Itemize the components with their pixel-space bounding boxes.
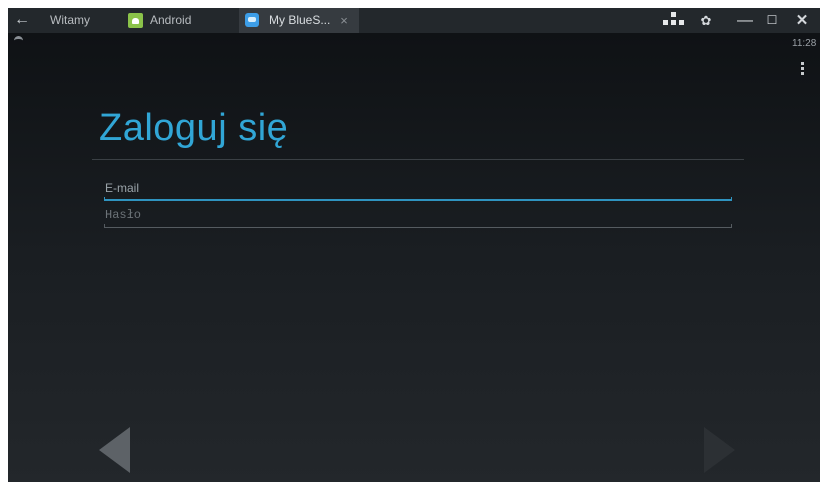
maximize-icon[interactable]: ☐ (760, 8, 784, 33)
title-divider (92, 159, 744, 160)
tab-close-icon[interactable]: × (337, 8, 351, 33)
page-title: Zaloguj się (99, 107, 289, 149)
email-field[interactable]: E-mail (104, 179, 732, 201)
android-screen: 11:28 Zaloguj się E-mail Hasło (8, 33, 820, 482)
password-underline (104, 224, 732, 228)
emulator-window: ← Witamy Android My BlueS... × ✿ — ☐ ✕ 1… (8, 8, 820, 482)
close-window-icon[interactable]: ✕ (790, 8, 814, 33)
previous-arrow-icon[interactable] (99, 427, 130, 473)
tab-label: Witamy (50, 13, 90, 27)
settings-gear-icon[interactable]: ✿ (694, 8, 718, 33)
overflow-menu-icon[interactable] (801, 62, 805, 76)
tab-android[interactable]: Android (120, 8, 238, 33)
tab-label: Android (150, 13, 192, 27)
status-clock: 11:28 (792, 38, 817, 49)
email-placeholder: E-mail (105, 181, 140, 195)
password-placeholder: Hasło (105, 208, 142, 222)
wifi-icon (14, 36, 23, 44)
back-arrow-icon[interactable]: ← (12, 10, 32, 30)
next-arrow-icon[interactable] (704, 427, 735, 473)
tab-my-bluestacks[interactable]: My BlueS... × (239, 8, 359, 33)
keyboard-mapping-icon[interactable] (663, 12, 685, 28)
android-app-icon (128, 13, 143, 28)
bluestacks-app-icon (245, 13, 259, 27)
tab-label: My BlueS... (269, 13, 331, 27)
tab-witamy[interactable]: Witamy (36, 8, 118, 33)
email-underline (104, 197, 732, 201)
minimize-icon[interactable]: — (733, 8, 757, 33)
password-field[interactable]: Hasło (104, 206, 732, 228)
title-bar: ← Witamy Android My BlueS... × ✿ — ☐ ✕ (8, 8, 820, 33)
